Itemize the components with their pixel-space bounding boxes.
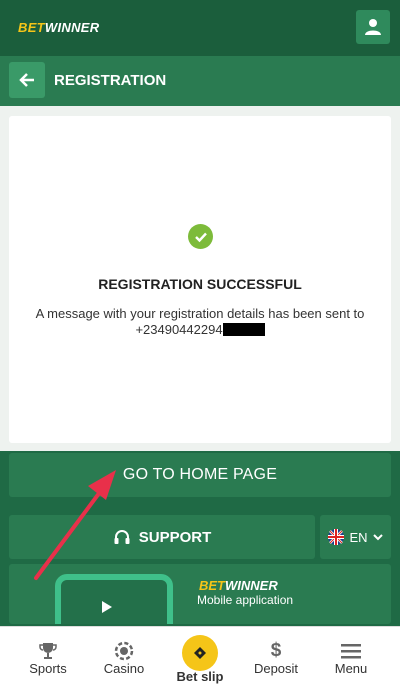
nav-sports[interactable]: Sports xyxy=(8,627,88,688)
page-title: REGISTRATION xyxy=(54,72,167,89)
banner-subtitle: Mobile application xyxy=(197,593,294,607)
success-title: REGISTRATION SUCCESSFUL xyxy=(98,276,302,292)
nav-casino[interactable]: Casino xyxy=(84,627,164,688)
support-label: SUPPORT xyxy=(138,528,212,546)
play-store-icon xyxy=(102,601,112,613)
go-to-home-button[interactable]: GO TO HOME PAGE xyxy=(9,453,391,497)
back-button[interactable] xyxy=(9,62,45,98)
message-text: A message with your registration details… xyxy=(35,306,365,321)
phone-line: +23490442294 xyxy=(20,322,380,338)
chevron-down-icon xyxy=(372,533,383,540)
language-selector[interactable]: EN xyxy=(320,515,391,559)
bottom-navigation: Sports Casino Bet slip $ Deposit Menu xyxy=(0,626,400,688)
page-header: REGISTRATION xyxy=(0,56,400,106)
nav-deposit[interactable]: $ Deposit xyxy=(236,627,316,688)
banner-logo: BETWINNER xyxy=(199,578,278,593)
success-message: A message with your registration details… xyxy=(20,306,380,338)
brand-logo[interactable]: BETWINNER xyxy=(18,20,99,35)
brand-logo-winner: WINNER xyxy=(44,20,100,35)
nav-sports-label: Sports xyxy=(29,661,67,676)
headset-icon xyxy=(114,530,130,544)
nav-deposit-label: Deposit xyxy=(253,661,299,676)
top-bar: BETWINNER xyxy=(0,0,400,56)
brand-logo-bet: BET xyxy=(18,20,45,35)
check-icon xyxy=(188,224,213,249)
uk-flag-icon xyxy=(328,529,345,545)
nav-bet-slip[interactable]: Bet slip xyxy=(160,627,240,688)
nav-bet-slip-label: Bet slip xyxy=(176,669,224,684)
mobile-app-banner[interactable]: BETWINNER Mobile application xyxy=(9,564,391,624)
dollar-icon: $ xyxy=(270,640,282,661)
phone-illustration xyxy=(55,574,173,624)
casino-chip-icon xyxy=(112,639,136,663)
user-button[interactable] xyxy=(356,10,390,44)
ticket-icon xyxy=(182,635,218,671)
nav-casino-label: Casino xyxy=(103,661,145,676)
trophy-icon xyxy=(36,639,60,663)
support-button[interactable]: SUPPORT xyxy=(9,515,315,559)
banner-logo-bet: BET xyxy=(199,578,225,593)
user-icon xyxy=(365,19,381,35)
redaction-box xyxy=(222,323,265,336)
banner-logo-winner: WINNER xyxy=(225,578,278,593)
language-label: EN xyxy=(349,529,368,545)
hamburger-icon xyxy=(339,639,363,663)
back-arrow-icon xyxy=(19,73,34,87)
phone-number: +23490442294 xyxy=(135,322,223,337)
nav-menu-label: Menu xyxy=(334,661,368,676)
nav-menu[interactable]: Menu xyxy=(311,627,391,688)
